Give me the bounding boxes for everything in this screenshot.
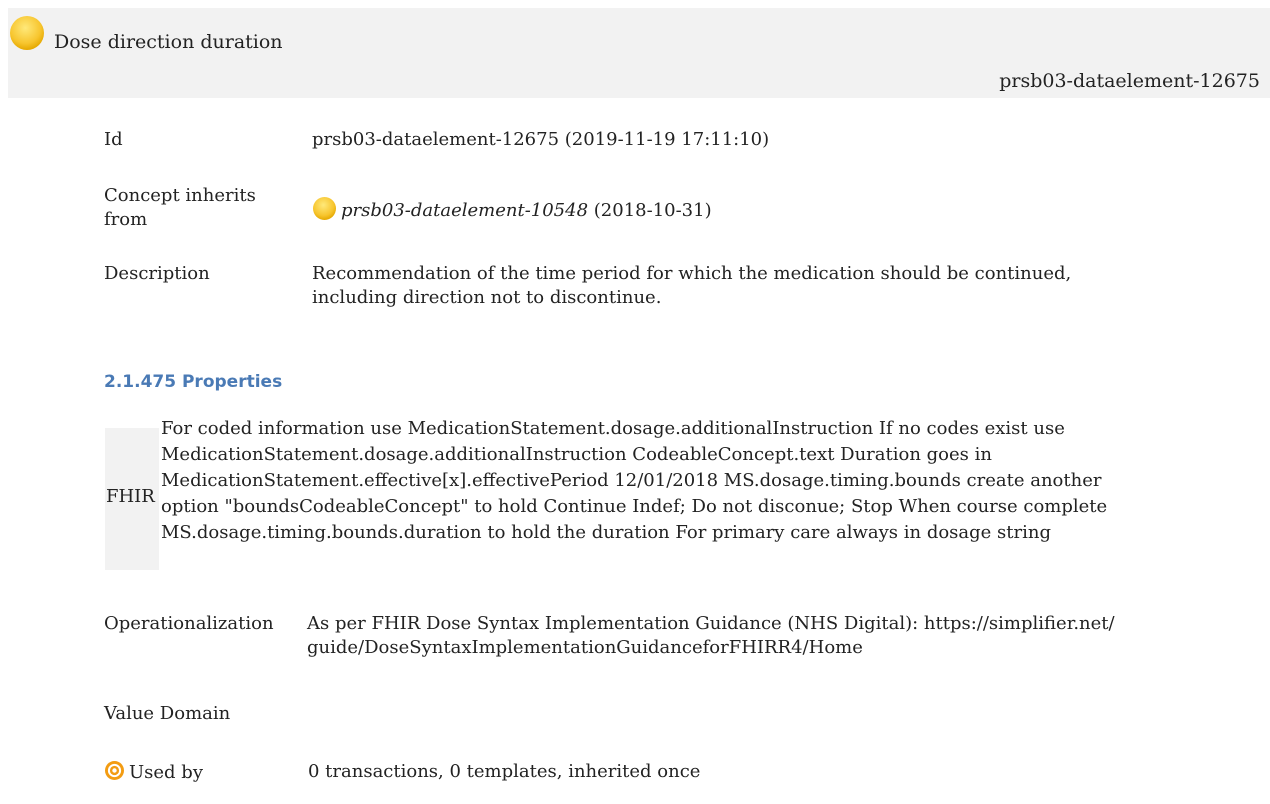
operationalization-value: As per FHIR Dose Syntax Implementation G… [307,613,1115,658]
id-label: Id [104,129,123,150]
used-by-value: 0 transactions, 0 templates, inherited o… [308,761,701,782]
description-value: Recommendation of the time period for wh… [312,263,1072,308]
inherited-concept-date: (2018-10-31) [593,200,712,221]
description-row: Description Recommendation of the time p… [0,262,1270,314]
operationalization-row: Operationalization As per FHIR Dose Synt… [0,612,1270,664]
value-domain-label: Value Domain [104,703,231,724]
id-value: prsb03-dataelement-12675 (2019-11-19 17:… [312,129,770,150]
target-icon [105,761,124,780]
description-label: Description [104,263,210,284]
concept-header: Dose direction duration prsb03-dataeleme… [8,8,1270,98]
used-by-label[interactable]: Used by [104,760,203,785]
fhir-label: FHIR [106,486,155,507]
concept-inherits-value: prsb03-dataelement-10548 (2018-10-31) [312,196,712,223]
concept-element-id: prsb03-dataelement-12675 [999,70,1260,92]
yellow-circle-icon [10,16,44,50]
properties-heading: 2.1.475 Properties [104,372,283,392]
concept-title: Dose direction duration [54,31,283,53]
concept-inherits-label: Concept inherits from [104,185,256,230]
operationalization-label: Operationalization [104,613,274,634]
fhir-mapping-text: For coded information use MedicationStat… [161,418,1108,543]
inherited-concept-link[interactable]: prsb03-dataelement-10548 [341,200,588,221]
yellow-circle-icon [313,197,336,220]
concept-inherits-row: Concept inherits from prsb03-dataelement… [0,184,1270,234]
